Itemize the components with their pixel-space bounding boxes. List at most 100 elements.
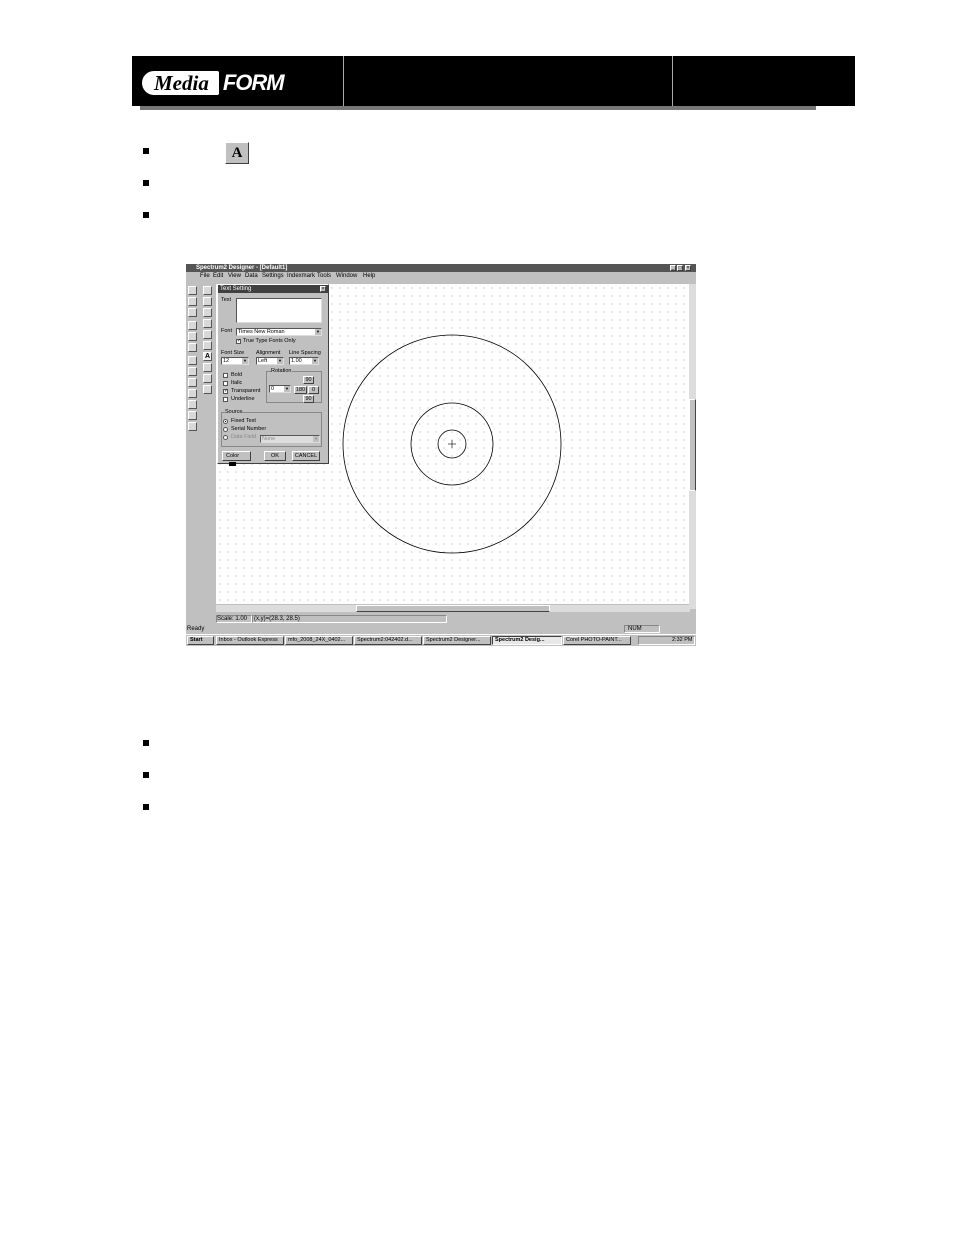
app-screenshot: Spectrum2 Designer - [Default1] _ □ × Fi… bbox=[186, 264, 696, 646]
close-button[interactable]: × bbox=[685, 265, 691, 271]
taskbar-clock: 2:32 PM bbox=[672, 637, 693, 643]
alignment-value: Left bbox=[258, 358, 268, 364]
italic-checkbox[interactable] bbox=[223, 381, 228, 386]
bullet bbox=[143, 804, 149, 810]
status-scale: Scale: 1.00 bbox=[217, 616, 248, 622]
maximize-button[interactable]: □ bbox=[677, 265, 683, 271]
menu-data[interactable]: Data bbox=[245, 273, 258, 280]
dialog-close-button[interactable]: × bbox=[320, 286, 326, 292]
disc-icon[interactable] bbox=[188, 411, 197, 420]
bullet bbox=[143, 772, 149, 778]
ok-button[interactable]: OK bbox=[264, 451, 286, 461]
select-arrow-icon[interactable] bbox=[203, 286, 212, 295]
minimize-button[interactable]: _ bbox=[670, 265, 676, 271]
rotate-90-top-button[interactable]: 90 bbox=[303, 376, 314, 384]
menu-indexmark[interactable]: Indexmark bbox=[287, 273, 315, 280]
color-button[interactable]: Color bbox=[222, 451, 251, 466]
fontsize-select[interactable]: 12 ▼ bbox=[221, 357, 249, 365]
status-ready: Ready bbox=[187, 626, 205, 632]
task-spectrum-designer[interactable]: Spectrum2 Designer... bbox=[423, 636, 491, 645]
menu-edit[interactable]: Edit bbox=[213, 273, 223, 280]
paste-icon[interactable] bbox=[188, 343, 197, 352]
header-divider bbox=[672, 56, 673, 106]
rectangle-icon[interactable] bbox=[203, 308, 212, 317]
menu-help[interactable]: Help bbox=[363, 273, 375, 280]
menu-settings[interactable]: Settings bbox=[262, 273, 284, 280]
task-corel[interactable]: Corel PHOTO-PAINT... bbox=[563, 636, 631, 645]
rotate-90-bottom-button[interactable]: 90 bbox=[303, 395, 314, 403]
fixed-text-radio[interactable] bbox=[223, 419, 228, 424]
task-spectrum-designer-active[interactable]: Spectrum2 Desig... bbox=[492, 636, 562, 645]
zoom-in-icon[interactable] bbox=[188, 378, 197, 387]
menu-tools[interactable]: Tools bbox=[317, 273, 331, 280]
arc-text-icon[interactable] bbox=[203, 363, 212, 372]
italic-label: Italic bbox=[231, 380, 243, 386]
status-coords: (x,y)=(28.3, 28.5) bbox=[254, 616, 300, 622]
data-field-value: None bbox=[262, 436, 276, 442]
underline-label: Underline bbox=[231, 396, 255, 402]
clock-icon[interactable] bbox=[188, 422, 197, 431]
rotation-value: 0 bbox=[271, 386, 275, 392]
linespacing-label: Line Spacing bbox=[289, 350, 321, 356]
logo-form-text: FORM bbox=[222, 70, 285, 95]
menu-view[interactable]: View bbox=[228, 273, 241, 280]
font-select[interactable]: Times New Roman ▼ bbox=[236, 328, 322, 336]
arc-icon[interactable] bbox=[203, 341, 212, 350]
barcode-icon[interactable] bbox=[203, 385, 212, 394]
menu-window[interactable]: Window bbox=[336, 273, 357, 280]
bullet bbox=[143, 148, 149, 154]
bold-checkbox[interactable] bbox=[223, 373, 228, 378]
image-icon[interactable] bbox=[203, 374, 212, 383]
rotation-label: Rotation bbox=[271, 368, 292, 375]
logo-media-text: Media bbox=[154, 70, 209, 95]
font-select-value: Times New Roman bbox=[238, 329, 285, 335]
dialog-title: Text Setting bbox=[220, 286, 252, 292]
menu-bar: File Edit View Data Settings Indexmark T… bbox=[186, 272, 696, 281]
text-setting-dialog: Text Setting × Text Font Times New Roman… bbox=[217, 284, 329, 466]
line-icon[interactable] bbox=[203, 297, 212, 306]
status-num: NUM bbox=[628, 626, 642, 632]
copy-icon[interactable] bbox=[188, 332, 197, 341]
status-row: Scale: 1.00 (x,y)=(28.3, 28.5) bbox=[216, 615, 696, 624]
truetype-checkbox[interactable]: ✓ bbox=[236, 339, 241, 344]
header-shadow bbox=[140, 106, 816, 110]
help-icon[interactable] bbox=[188, 367, 197, 376]
horizontal-scroll-thumb[interactable] bbox=[356, 605, 550, 612]
zoom-out-icon[interactable] bbox=[188, 389, 197, 398]
menu-file[interactable]: File bbox=[200, 273, 210, 280]
toolbar-left: A bbox=[186, 281, 216, 629]
serial-number-label: Serial Number bbox=[231, 426, 267, 432]
data-field-radio[interactable] bbox=[223, 435, 228, 440]
new-icon[interactable] bbox=[188, 286, 197, 295]
open-icon[interactable] bbox=[188, 297, 197, 306]
task-spectrum-doc[interactable]: Spectrum2:042402.d... bbox=[354, 636, 422, 645]
linespacing-select[interactable]: 1.00 ▼ bbox=[289, 357, 319, 365]
fontsize-value: 12 bbox=[223, 358, 230, 364]
rotation-select[interactable]: 0 ▼ bbox=[269, 385, 291, 393]
text-tool-icon: A bbox=[225, 142, 249, 164]
cancel-button[interactable]: CANCEL bbox=[292, 451, 320, 461]
cut-icon[interactable] bbox=[188, 321, 197, 330]
rotate-0-button[interactable]: 0 bbox=[308, 386, 319, 394]
save-icon[interactable] bbox=[188, 308, 197, 317]
app-titlebar: Spectrum2 Designer - [Default1] _ □ × bbox=[186, 264, 696, 272]
vertical-scroll-thumb[interactable] bbox=[689, 399, 696, 491]
rotate-180-button[interactable]: 180 bbox=[294, 386, 307, 394]
text-input[interactable] bbox=[236, 298, 322, 323]
ellipse-icon[interactable] bbox=[203, 330, 212, 339]
data-field-select[interactable]: None ▼ bbox=[260, 435, 320, 443]
start-button[interactable]: Start bbox=[187, 636, 214, 645]
fixed-text-label: Fixed Text bbox=[231, 418, 256, 424]
alignment-select[interactable]: Left ▼ bbox=[256, 357, 284, 365]
underline-checkbox[interactable] bbox=[223, 397, 228, 402]
zoom-icon[interactable] bbox=[188, 400, 197, 409]
serial-number-radio[interactable] bbox=[223, 427, 228, 432]
transparent-checkbox[interactable]: ✓ bbox=[223, 389, 228, 394]
task-outlook[interactable]: Inbox - Outlook Express bbox=[216, 636, 284, 645]
fontsize-label: Font Size bbox=[221, 350, 245, 356]
text-icon[interactable]: A bbox=[203, 352, 212, 361]
rounded-rect-icon[interactable] bbox=[203, 319, 212, 328]
print-icon[interactable] bbox=[188, 356, 197, 365]
task-mfo-doc[interactable]: mfo_2008_24X_0402... bbox=[285, 636, 353, 645]
bullet bbox=[143, 180, 149, 186]
